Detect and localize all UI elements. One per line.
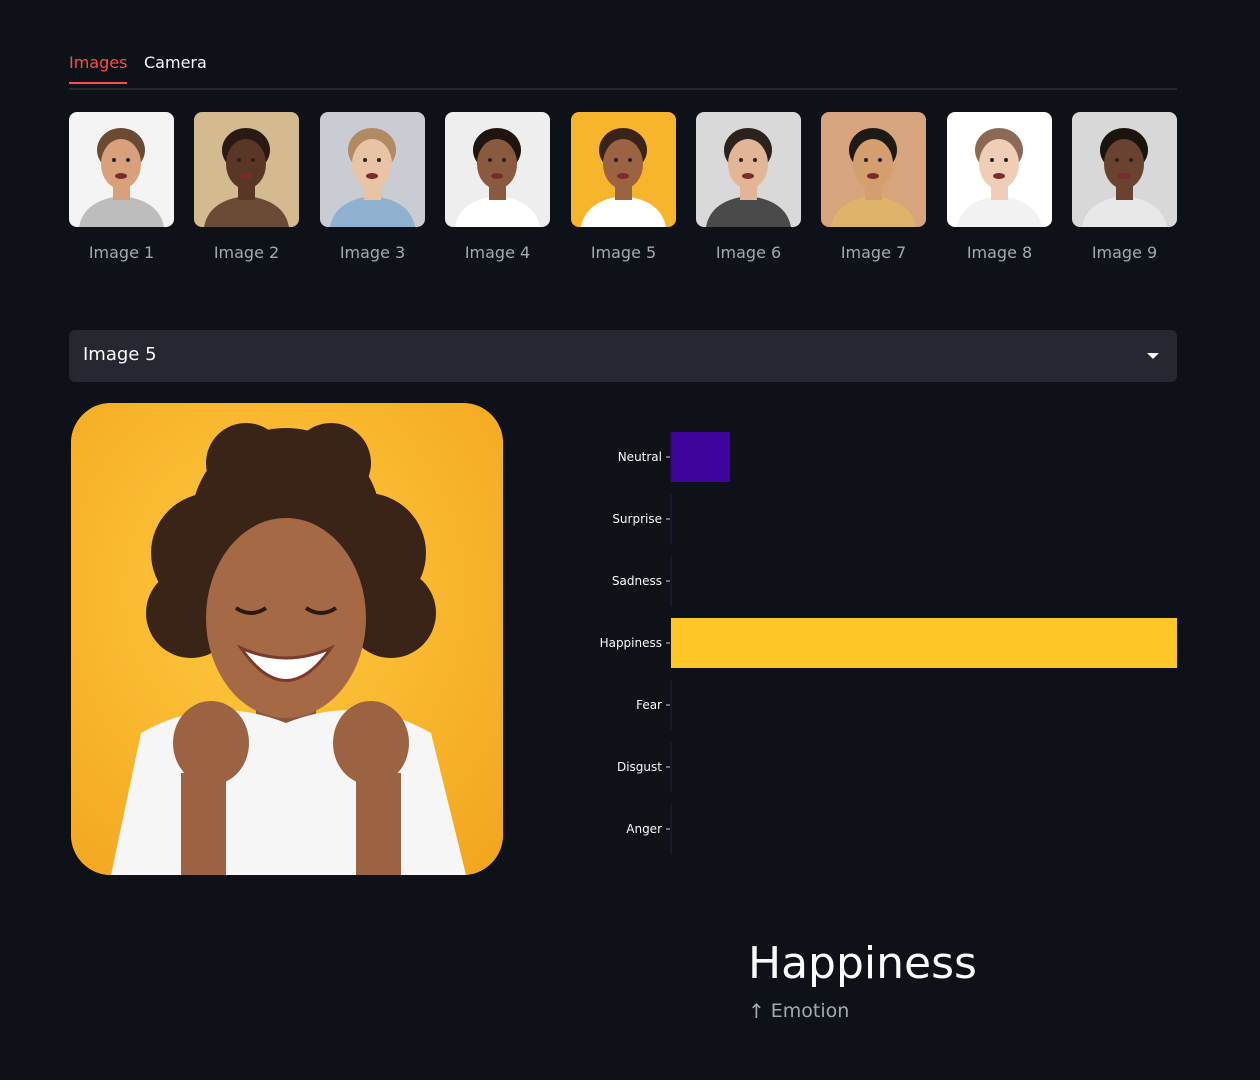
image-select-value: Image 5 (83, 344, 157, 365)
bar-anger (671, 804, 672, 854)
arrow-up-icon: ↑ (748, 999, 765, 1023)
bar-disgust (671, 742, 672, 792)
thumb-caption: Image 5 (590, 243, 657, 262)
thumbnail-face-icon (194, 112, 299, 227)
gallery-thumb[interactable]: Image 9 (1072, 112, 1177, 262)
thumbnail-face-icon (69, 112, 174, 227)
thumbnail-face-icon (445, 112, 550, 227)
thumbnail-face-icon (571, 112, 676, 227)
thumb-caption: Image 1 (88, 243, 155, 262)
tab-bar: Images Camera (69, 50, 1177, 90)
bar-fear (671, 680, 672, 730)
y-tick-label: Happiness (600, 636, 662, 650)
emotion-bar-chart: Neutral10.34%Surprise0.20%Sadness0.15%Ha… (519, 400, 1177, 880)
thumbnail-face-icon (1072, 112, 1177, 227)
metric-value: Happiness (748, 938, 977, 989)
thumb-caption: Image 7 (840, 243, 907, 262)
gallery-thumb[interactable]: Image 4 (445, 112, 550, 262)
image-gallery: Image 1 Image 2 Image 3 Image 4 Image 5 Image… (69, 112, 1177, 272)
gallery-thumb[interactable]: Image 3 (320, 112, 425, 262)
metric-delta: ↑ Emotion (748, 999, 977, 1023)
metric-label: Emotion (770, 1000, 850, 1022)
y-tick-label: Neutral (618, 450, 662, 464)
thumb-caption: Image 2 (213, 243, 280, 262)
thumbnail-face-icon (821, 112, 926, 227)
bar-happiness (671, 618, 1177, 668)
face-photo-icon (71, 403, 503, 875)
bar-surprise (671, 494, 673, 544)
y-tick-label: Surprise (612, 512, 662, 526)
thumb-caption: Image 9 (1091, 243, 1158, 262)
emotion-metric: Happiness ↑ Emotion (748, 938, 977, 1023)
gallery-thumb[interactable]: Image 8 (947, 112, 1052, 262)
thumb-caption: Image 8 (966, 243, 1033, 262)
thumbnail-face-icon (947, 112, 1052, 227)
chevron-down-icon (1147, 353, 1159, 359)
thumbnail-face-icon (696, 112, 801, 227)
bar-sadness (671, 556, 672, 606)
y-tick-label: Sadness (612, 574, 662, 588)
app-container: Images Camera Image 1 Image 2 Image 3 Image… (69, 0, 1177, 1080)
gallery-thumb[interactable]: Image 2 (194, 112, 299, 262)
thumb-caption: Image 3 (339, 243, 406, 262)
y-tick-label: Fear (636, 698, 662, 712)
gallery-thumb[interactable]: Image 7 (821, 112, 926, 262)
tab-camera[interactable]: Camera (144, 53, 207, 82)
tab-images[interactable]: Images (69, 53, 128, 84)
gallery-thumb[interactable]: Image 1 (69, 112, 174, 262)
y-tick-label: Disgust (617, 760, 662, 774)
thumbnail-face-icon (320, 112, 425, 227)
image-select[interactable]: Image 5 (69, 330, 1177, 382)
selected-image (71, 403, 503, 875)
y-tick-label: Anger (626, 822, 662, 836)
gallery-thumb[interactable]: Image 6 (696, 112, 801, 262)
gallery-thumb[interactable]: Image 5 (571, 112, 676, 262)
thumb-caption: Image 6 (715, 243, 782, 262)
bar-neutral (671, 432, 731, 482)
thumb-caption: Image 4 (464, 243, 531, 262)
